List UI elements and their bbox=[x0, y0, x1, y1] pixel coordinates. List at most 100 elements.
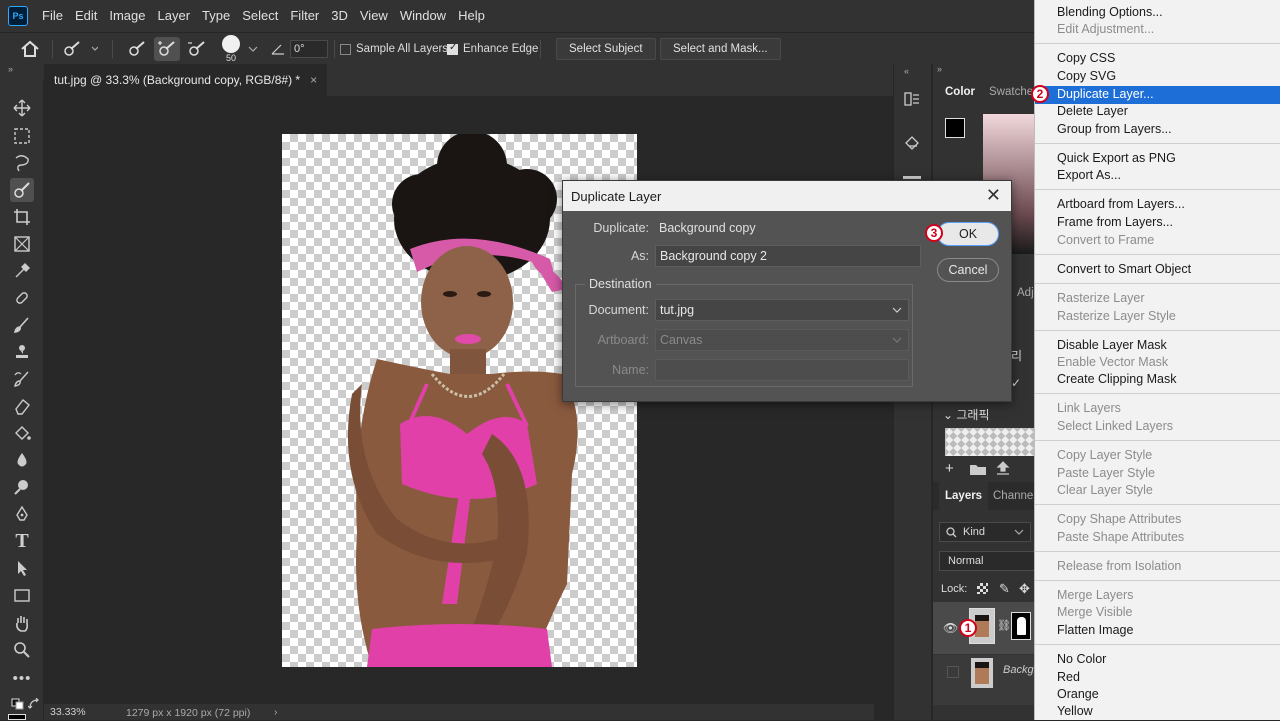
menu-item-flatten-image[interactable]: Flatten Image bbox=[1035, 622, 1280, 640]
lasso-tool-icon[interactable] bbox=[10, 151, 34, 175]
status-expand-icon[interactable]: › bbox=[274, 706, 278, 718]
chevron-down-icon[interactable] bbox=[248, 33, 258, 65]
angle-input[interactable]: 0° bbox=[290, 33, 328, 65]
zoom-level[interactable]: 33.33% bbox=[50, 706, 86, 718]
add-icon[interactable]: + bbox=[945, 460, 954, 477]
document-tab[interactable]: tut.jpg @ 33.3% (Background copy, RGB/8#… bbox=[44, 64, 328, 96]
more-tools-icon[interactable]: ••• bbox=[10, 666, 34, 690]
name-input bbox=[655, 359, 909, 381]
menu-item-delete-layer[interactable]: Delete Layer bbox=[1035, 103, 1280, 121]
enhance-edge-checkbox[interactable]: Enhance Edge bbox=[447, 33, 538, 65]
background-layer-thumbnail[interactable] bbox=[971, 658, 993, 688]
panel-icon-partial[interactable] bbox=[903, 176, 921, 179]
menu-item-frame-from-layers[interactable]: Frame from Layers... bbox=[1035, 214, 1280, 232]
collapse-panels-icon[interactable]: « bbox=[904, 66, 909, 76]
graphic-thumbnail[interactable] bbox=[945, 428, 1040, 456]
pen-tool-icon[interactable] bbox=[10, 502, 34, 526]
zoom-tool-icon[interactable] bbox=[10, 638, 34, 662]
history-brush-tool-icon[interactable] bbox=[10, 367, 34, 391]
menu-item-group-from-layers[interactable]: Group from Layers... bbox=[1035, 121, 1280, 139]
quick-selection-tool-icon[interactable] bbox=[10, 178, 34, 202]
type-tool-icon[interactable]: T bbox=[10, 529, 34, 553]
graphic-section-header[interactable]: ⌄ 그래픽 bbox=[943, 406, 990, 423]
cancel-button[interactable]: Cancel bbox=[937, 258, 999, 282]
blend-mode-select[interactable]: Normal bbox=[939, 551, 1039, 571]
crop-tool-icon[interactable] bbox=[10, 205, 34, 229]
eyedropper-tool-icon[interactable] bbox=[10, 259, 34, 283]
close-icon[interactable]: ✕ bbox=[986, 185, 1001, 206]
new-selection-icon[interactable] bbox=[126, 33, 148, 65]
ok-button[interactable]: OK bbox=[937, 222, 999, 246]
lock-position-icon[interactable]: ✥ bbox=[1019, 581, 1030, 597]
menu-file[interactable]: File bbox=[36, 0, 69, 32]
move-tool-icon[interactable] bbox=[10, 96, 34, 120]
link-icon[interactable]: ⛓ bbox=[997, 619, 1011, 632]
menu-item-create-clipping-mask[interactable]: Create Clipping Mask bbox=[1035, 371, 1280, 389]
menu-image[interactable]: Image bbox=[103, 0, 151, 32]
tab-color[interactable]: Color bbox=[939, 78, 981, 106]
menu-item-no-color[interactable]: No Color bbox=[1035, 651, 1280, 669]
menu-window[interactable]: Window bbox=[394, 0, 452, 32]
dodge-tool-icon[interactable] bbox=[10, 475, 34, 499]
menu-item-copy-svg[interactable]: Copy SVG bbox=[1035, 68, 1280, 86]
menu-help[interactable]: Help bbox=[452, 0, 491, 32]
healing-brush-tool-icon[interactable] bbox=[10, 286, 34, 310]
lock-transparency-icon[interactable] bbox=[977, 583, 988, 594]
frame-tool-icon[interactable] bbox=[10, 232, 34, 256]
folder-icon[interactable] bbox=[969, 462, 987, 479]
select-subject-button[interactable]: Select Subject bbox=[556, 38, 656, 60]
menu-item-yellow[interactable]: Yellow bbox=[1035, 703, 1280, 721]
sample-all-layers-checkbox[interactable]: Sample All Layers bbox=[340, 33, 448, 65]
select-and-mask-button[interactable]: Select and Mask... bbox=[660, 38, 781, 60]
properties-panel-icon[interactable] bbox=[903, 134, 921, 155]
layer-mask-thumbnail[interactable] bbox=[1011, 612, 1031, 640]
menu-select[interactable]: Select bbox=[236, 0, 284, 32]
quick-selection-preset-icon[interactable] bbox=[62, 33, 98, 65]
menu-item-export-as[interactable]: Export As... bbox=[1035, 167, 1280, 185]
menu-item-quick-export-png[interactable]: Quick Export as PNG bbox=[1035, 150, 1280, 168]
blur-tool-icon[interactable] bbox=[10, 448, 34, 472]
foreground-swatch[interactable] bbox=[945, 118, 965, 138]
menu-view[interactable]: View bbox=[354, 0, 394, 32]
menu-item-orange[interactable]: Orange bbox=[1035, 686, 1280, 704]
tab-layers[interactable]: Layers bbox=[939, 482, 989, 510]
menu-item-blending-options[interactable]: Blending Options... bbox=[1035, 4, 1280, 22]
menu-filter[interactable]: Filter bbox=[284, 0, 325, 32]
menu-type[interactable]: Type bbox=[196, 0, 236, 32]
document-select[interactable]: tut.jpg bbox=[655, 299, 909, 321]
collapse-toolbar-icon[interactable]: » bbox=[0, 64, 44, 80]
eraser-tool-icon[interactable] bbox=[10, 394, 34, 418]
tools-panel: T ••• bbox=[0, 80, 44, 720]
duplicate-layer-dialog: Duplicate Layer ✕ Duplicate: Background … bbox=[562, 180, 1012, 402]
marquee-tool-icon[interactable] bbox=[10, 124, 34, 148]
visibility-toggle[interactable] bbox=[947, 666, 959, 678]
menu-edit[interactable]: Edit bbox=[69, 0, 103, 32]
upload-icon[interactable] bbox=[995, 460, 1011, 479]
path-selection-tool-icon[interactable] bbox=[10, 556, 34, 580]
layer-filter-kind[interactable]: Kind bbox=[939, 522, 1031, 542]
menu-item-convert-to-smart-object[interactable]: Convert to Smart Object bbox=[1035, 261, 1280, 279]
paint-bucket-tool-icon[interactable] bbox=[10, 421, 34, 445]
hand-tool-icon[interactable] bbox=[10, 611, 34, 635]
menu-3d[interactable]: 3D bbox=[325, 0, 354, 32]
close-tab-icon[interactable]: × bbox=[310, 73, 317, 87]
visibility-eye-icon[interactable]: 👁 bbox=[943, 621, 958, 635]
brush-tool-icon[interactable] bbox=[10, 313, 34, 337]
menu-item-disable-layer-mask[interactable]: Disable Layer Mask bbox=[1035, 337, 1280, 355]
foreground-color-swatch[interactable] bbox=[8, 714, 26, 720]
clone-stamp-tool-icon[interactable] bbox=[10, 340, 34, 364]
history-panel-icon[interactable] bbox=[903, 90, 921, 111]
as-name-input[interactable]: Background copy 2 bbox=[655, 245, 921, 267]
menu-item-artboard-from-layers[interactable]: Artboard from Layers... bbox=[1035, 196, 1280, 214]
swap-colors-icon[interactable] bbox=[22, 692, 46, 716]
menu-item-duplicate-layer[interactable]: Duplicate Layer... bbox=[1035, 86, 1280, 104]
brush-size-picker[interactable]: 50 bbox=[222, 33, 240, 65]
subtract-from-selection-icon[interactable] bbox=[186, 33, 208, 65]
lock-pixels-icon[interactable]: ✎ bbox=[999, 581, 1010, 597]
rectangle-tool-icon[interactable] bbox=[10, 583, 34, 607]
menu-item-copy-css[interactable]: Copy CSS bbox=[1035, 50, 1280, 68]
home-icon[interactable] bbox=[20, 33, 40, 65]
add-to-selection-icon[interactable] bbox=[154, 33, 180, 65]
menu-item-red[interactable]: Red bbox=[1035, 669, 1280, 687]
menu-layer[interactable]: Layer bbox=[152, 0, 197, 32]
